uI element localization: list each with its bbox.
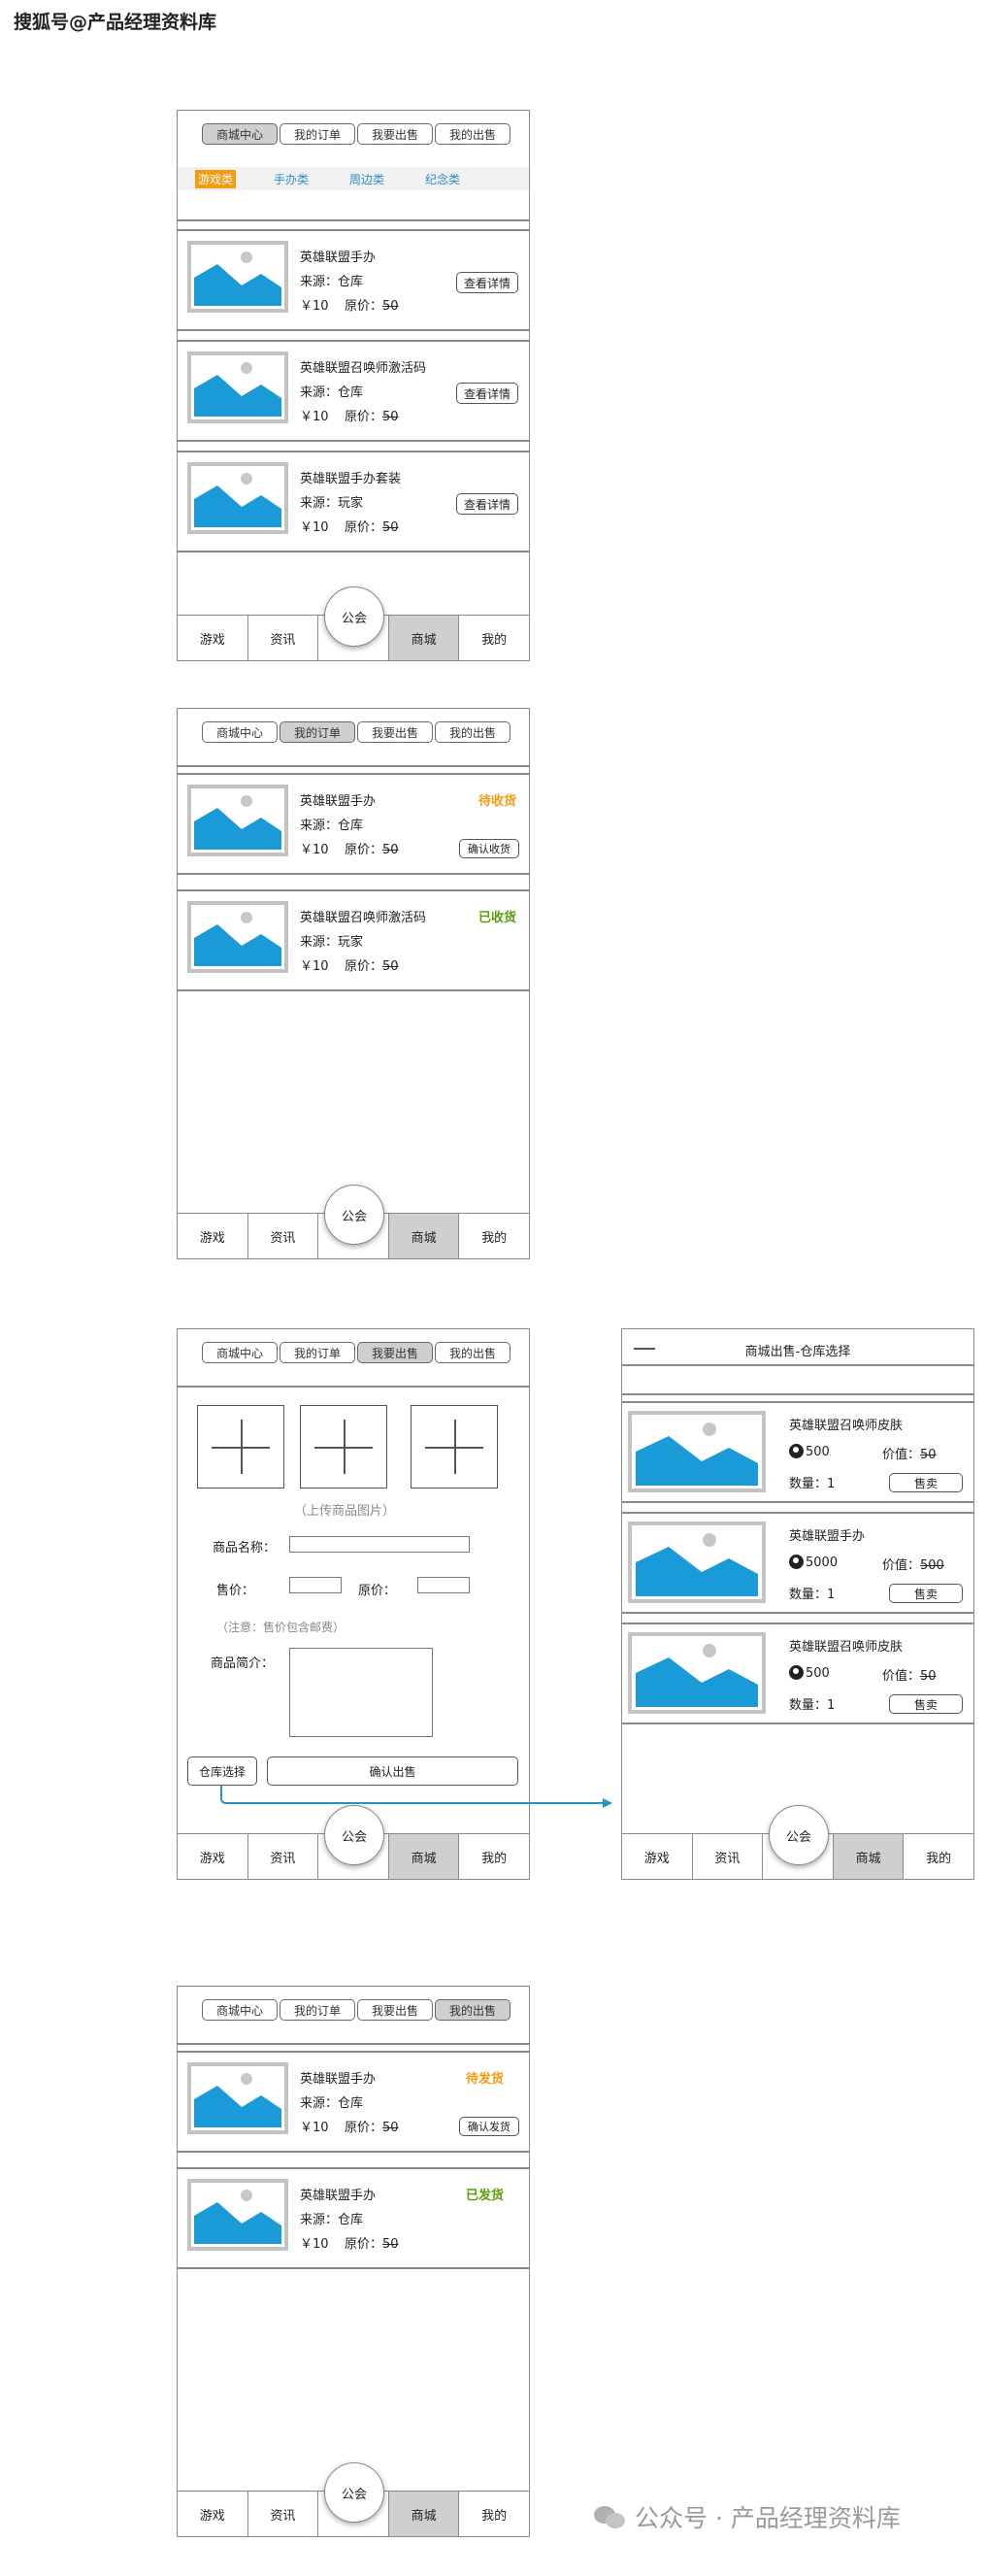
status-badge: 待发货 (466, 2072, 505, 2087)
nav-mine[interactable]: 我的 (904, 1834, 973, 1879)
sale-item[interactable]: 英雄联盟手办 来源：仓库 ￥10 原价：50 已发货 (178, 2167, 529, 2269)
item-name: 英雄联盟手办 (300, 2072, 377, 2087)
item-quantity: 数量：1 (789, 1588, 836, 1602)
tab-sell[interactable]: 我要出售 (357, 1999, 433, 2021)
item-value: 价值：50 (882, 1669, 937, 1684)
sell-button[interactable]: 售卖 (889, 1694, 963, 1714)
watermark-bottom: 公众号 · 产品经理资料库 (594, 2499, 901, 2534)
sell-button[interactable]: 售卖 (889, 1473, 963, 1492)
item-original-price: 原价：50 (345, 2237, 399, 2252)
screen-my-sales: 商城中心 我的订单 我要出售 我的出售 英雄联盟手办 来源：仓库 ￥10 原价：… (177, 1986, 530, 2537)
nav-news[interactable]: 资讯 (247, 2492, 319, 2536)
image-placeholder-icon (187, 2062, 288, 2134)
item-coins: 500 (789, 1665, 830, 1681)
tab-my-sales[interactable]: 我的出售 (435, 1999, 510, 2021)
coin-icon (789, 1555, 804, 1569)
nav-mall[interactable]: 商城 (388, 2492, 460, 2536)
tab-my-orders[interactable]: 我的订单 (280, 1999, 355, 2021)
confirm-ship-button[interactable]: 确认发货 (459, 2117, 519, 2136)
item-value: 价值：500 (882, 1558, 944, 1573)
guild-button[interactable]: 公会 (324, 2462, 384, 2523)
item-price: ￥10 (300, 2121, 329, 2135)
page-title: 商城出售-仓库选择 (744, 1345, 851, 1359)
wechat-icon (594, 2504, 627, 2529)
watermark-bottom-text: 公众号 · 产品经理资料库 (635, 2504, 901, 2532)
item-coins: 5000 (789, 1555, 838, 1570)
warehouse-item[interactable]: 英雄联盟召唤师皮肤 500 价值：50 数量：1 售卖 (622, 1401, 973, 1503)
screen-warehouse-select: 商城出售-仓库选择 英雄联盟召唤师皮肤 500 价值：50 数量：1 售卖 英雄… (621, 1328, 974, 1880)
item-quantity: 数量：1 (789, 1698, 836, 1713)
item-source: 来源：仓库 (300, 2213, 364, 2227)
nav-game[interactable]: 游戏 (622, 1834, 693, 1879)
image-placeholder-icon (628, 1632, 766, 1714)
warehouse-item[interactable]: 英雄联盟召唤师皮肤 500 价值：50 数量：1 售卖 (622, 1623, 973, 1724)
tab-mall-center[interactable]: 商城中心 (202, 1999, 278, 2021)
item-source: 来源：仓库 (300, 2096, 364, 2111)
shop-tabs: 商城中心 我的订单 我要出售 我的出售 (202, 1999, 510, 2021)
item-price: ￥10 (300, 2237, 329, 2252)
image-placeholder-icon (187, 2179, 288, 2251)
coin-icon (789, 1665, 804, 1680)
coin-icon (789, 1444, 804, 1458)
nav-mine[interactable]: 我的 (459, 2492, 529, 2536)
image-placeholder-icon (628, 1522, 766, 1603)
nav-game[interactable]: 游戏 (178, 2492, 248, 2536)
page: 搜狐号@产品经理资料库 商城中心 我的订单 我要出售 我的出售 游戏类 手办类 … (0, 0, 988, 2576)
item-name: 英雄联盟手办 (789, 1529, 866, 1544)
image-placeholder-icon (628, 1411, 766, 1492)
item-original-price: 原价：50 (345, 2121, 399, 2135)
nav-mall[interactable]: 商城 (833, 1834, 905, 1879)
item-name: 英雄联盟召唤师皮肤 (789, 1640, 904, 1655)
item-coins: 500 (789, 1444, 830, 1459)
status-badge: 已发货 (466, 2189, 505, 2203)
item-name: 英雄联盟手办 (300, 2189, 377, 2203)
item-name: 英雄联盟召唤师皮肤 (789, 1419, 904, 1433)
sale-item[interactable]: 英雄联盟手办 来源：仓库 ￥10 原价：50 待发货 确认发货 (178, 2051, 529, 2153)
item-value: 价值：50 (882, 1448, 937, 1462)
sell-button[interactable]: 售卖 (889, 1584, 963, 1603)
nav-news[interactable]: 资讯 (692, 1834, 764, 1879)
item-quantity: 数量：1 (789, 1477, 836, 1491)
guild-button[interactable]: 公会 (769, 1805, 829, 1865)
warehouse-item[interactable]: 英雄联盟手办 5000 价值：500 数量：1 售卖 (622, 1512, 973, 1614)
